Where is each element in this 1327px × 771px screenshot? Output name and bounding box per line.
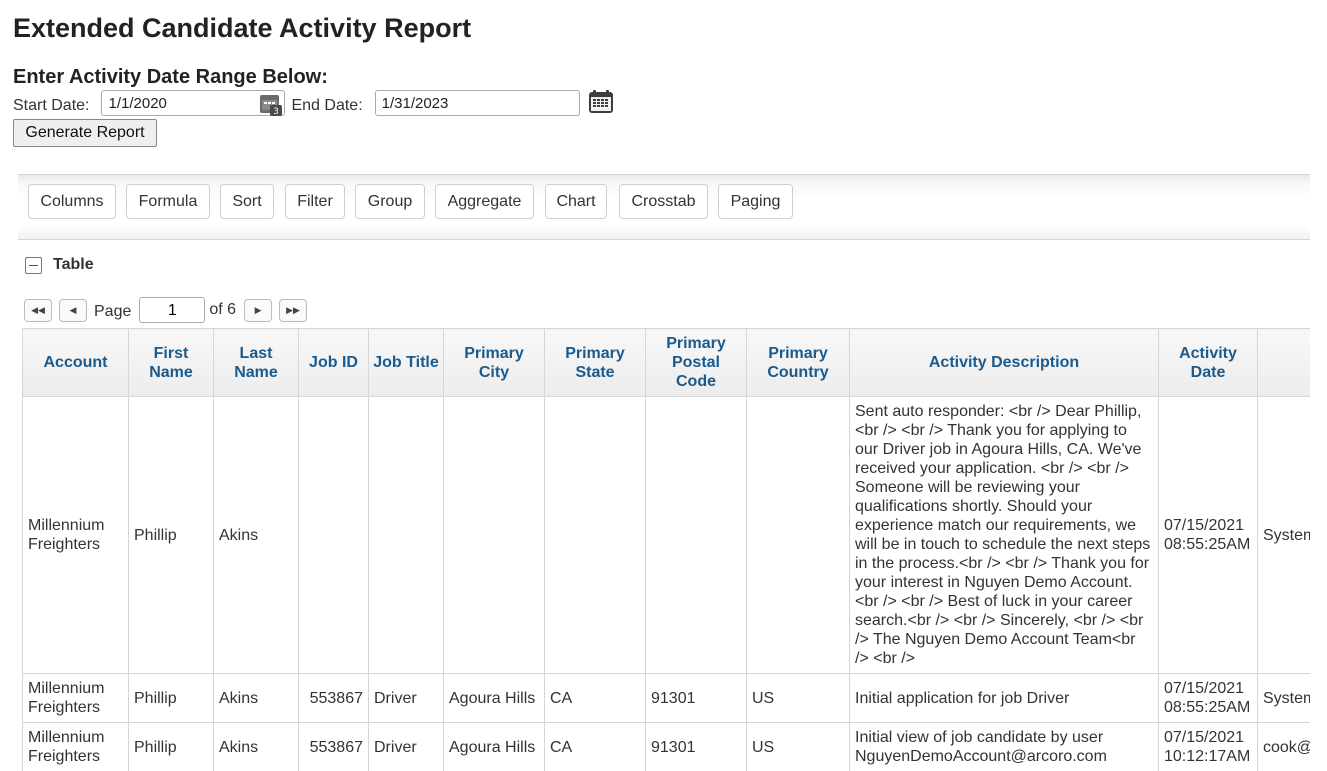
cell-city [443, 396, 545, 674]
date-range-heading: Enter Activity Date Range Below: [13, 66, 328, 88]
cell-city: Agoura Hills [443, 673, 545, 723]
end-date-input[interactable] [374, 90, 580, 116]
cell-job-id [298, 396, 369, 674]
cell-postal-code: 91301 [645, 722, 747, 771]
cell-state: CA [544, 673, 646, 723]
cell-account: Millennium Freighters [22, 396, 129, 674]
cell-job-title [368, 396, 444, 674]
cell-first-name: Phillip [128, 722, 214, 771]
date-range-row: Start Date: 3 End Date: [13, 89, 614, 117]
report-table: Account First Name Last Name Job ID Job … [22, 328, 1310, 771]
collapse-icon[interactable] [25, 256, 42, 274]
cell-extra: System [1257, 396, 1310, 674]
cell-country [746, 396, 850, 674]
pager: ◀◀ ◀ Page of 6 ▶ ▶▶ [24, 297, 314, 323]
cell-state [544, 396, 646, 674]
next-page-button[interactable]: ▶ [244, 298, 273, 322]
cell-extra: cook@ [1257, 722, 1310, 771]
cell-extra: System [1257, 673, 1310, 723]
first-page-button[interactable]: ◀◀ [24, 298, 52, 322]
column-header-last-name[interactable]: Last Name [213, 328, 299, 397]
calendar-icon[interactable]: 3 [259, 91, 285, 117]
cell-activity-date: 07/15/2021 08:55:25AM [1158, 396, 1258, 674]
table-section-label: Table [53, 256, 94, 273]
cell-activity-description: Initial application for job Driver [849, 673, 1159, 723]
column-header-account[interactable]: Account [22, 328, 129, 397]
cell-last-name: Akins [213, 722, 299, 771]
previous-page-button[interactable]: ◀ [59, 298, 87, 322]
column-header-job-id[interactable]: Job ID [298, 328, 369, 397]
table-section-toggle[interactable]: Table [25, 256, 94, 274]
table-header-row: Account First Name Last Name Job ID Job … [22, 328, 1310, 397]
right-arrow-icon: ▶ [254, 304, 262, 315]
table-row: Millennium Freighters Phillip Akins Sent… [22, 396, 1310, 674]
double-left-arrow-icon: ◀◀ [31, 304, 45, 315]
end-date-label: End Date: [291, 97, 363, 114]
start-date-input[interactable] [101, 90, 286, 116]
cell-activity-date: 07/15/2021 10:12:17AM [1158, 722, 1258, 771]
column-header-first-name[interactable]: First Name [128, 328, 214, 397]
column-header-primary-postal-code[interactable]: Primary Postal Code [645, 328, 747, 397]
cell-activity-description: Sent auto responder: <br /> Dear Phillip… [849, 396, 1159, 674]
cell-job-title: Driver [368, 722, 444, 771]
cell-country: US [746, 673, 850, 723]
double-right-arrow-icon: ▶▶ [286, 304, 300, 315]
page-count-label: of 6 [209, 301, 237, 318]
start-date-label: Start Date: [13, 97, 90, 114]
chart-button[interactable]: Chart [545, 184, 607, 219]
cell-account: Millennium Freighters [22, 673, 129, 723]
columns-button[interactable]: Columns [28, 184, 116, 219]
cell-activity-description: Initial view of job candidate by user Ng… [849, 722, 1159, 771]
cell-account: Millennium Freighters [22, 722, 129, 771]
cell-last-name: Akins [213, 396, 299, 674]
page-number-input[interactable] [139, 297, 206, 323]
cell-last-name: Akins [213, 673, 299, 723]
column-header-primary-city[interactable]: Primary City [443, 328, 545, 397]
cell-city: Agoura Hills [443, 722, 545, 771]
cell-first-name: Phillip [128, 673, 214, 723]
generate-report-button[interactable]: Generate Report [13, 119, 157, 147]
paging-button[interactable]: Paging [718, 184, 793, 219]
group-button[interactable]: Group [355, 184, 425, 219]
calendar-icon[interactable] [588, 89, 614, 115]
column-header-extra[interactable] [1257, 328, 1310, 397]
page-title: Extended Candidate Activity Report [13, 13, 472, 43]
cell-postal-code: 91301 [645, 673, 747, 723]
cell-state: CA [544, 722, 646, 771]
formula-button[interactable]: Formula [126, 184, 210, 219]
aggregate-button[interactable]: Aggregate [435, 184, 534, 219]
column-header-activity-date[interactable]: Activity Date [1158, 328, 1258, 397]
cell-country: US [746, 722, 850, 771]
last-page-button[interactable]: ▶▶ [279, 298, 308, 322]
report-toolbar: Columns Formula Sort Filter Group Aggreg… [18, 174, 1310, 240]
cell-job-title: Driver [368, 673, 444, 723]
column-header-primary-state[interactable]: Primary State [544, 328, 646, 397]
table-row: Millennium Freighters Phillip Akins 5538… [22, 722, 1310, 771]
column-header-primary-country[interactable]: Primary Country [746, 328, 850, 397]
crosstab-button[interactable]: Crosstab [619, 184, 708, 219]
cell-job-id: 553867 [298, 673, 369, 723]
cell-postal-code [645, 396, 747, 674]
column-header-job-title[interactable]: Job Title [368, 328, 444, 397]
cell-activity-date: 07/15/2021 08:55:25AM [1158, 673, 1258, 723]
cell-first-name: Phillip [128, 396, 214, 674]
report-table-container[interactable]: Account First Name Last Name Job ID Job … [22, 328, 1310, 771]
sort-button[interactable]: Sort [220, 184, 274, 219]
left-arrow-icon: ◀ [69, 304, 77, 315]
filter-button[interactable]: Filter [285, 184, 345, 219]
svg-text:3: 3 [274, 107, 280, 117]
page-label: Page [94, 303, 132, 320]
table-row: Millennium Freighters Phillip Akins 5538… [22, 673, 1310, 723]
column-header-activity-description[interactable]: Activity Description [849, 328, 1159, 397]
cell-job-id: 553867 [298, 722, 369, 771]
